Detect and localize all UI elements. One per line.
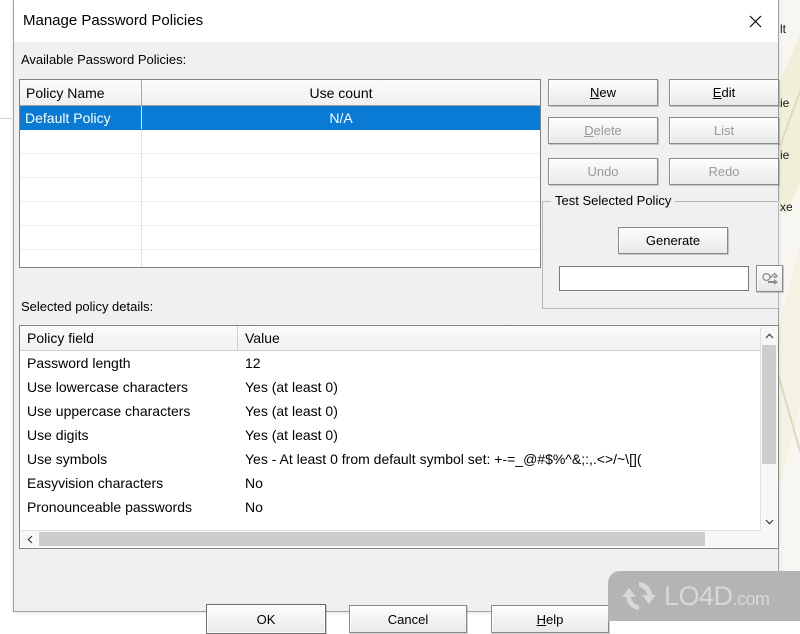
details-value-cell: 12: [245, 355, 261, 371]
scrollbar-corner: [760, 530, 777, 547]
details-value-cell: Yes - At least 0 from default symbol set…: [245, 451, 642, 467]
policies-table-header: Policy Name Use count: [20, 80, 540, 106]
details-field-cell: Use lowercase characters: [27, 379, 189, 395]
policies-table-body: Default Policy N/A: [20, 106, 540, 267]
policy-row-empty[interactable]: [20, 226, 540, 250]
ok-button[interactable]: OK: [206, 604, 326, 634]
details-vertical-scrollbar-thumb[interactable]: [762, 345, 776, 464]
policy-use-count-cell: [142, 178, 540, 201]
help-button[interactable]: Help: [491, 605, 609, 633]
details-horizontal-scrollbar-thumb[interactable]: [39, 532, 705, 546]
policy-row-empty[interactable]: [20, 154, 540, 178]
policy-row-empty[interactable]: [20, 130, 540, 154]
list-button[interactable]: List: [669, 117, 779, 144]
watermark-text: LO4D.com: [664, 580, 771, 611]
column-header-use-count[interactable]: Use count: [142, 80, 540, 105]
background-text: ie: [780, 96, 790, 110]
column-header-value[interactable]: Value: [238, 326, 778, 350]
background-divider: [0, 118, 12, 119]
scroll-up-button[interactable]: [761, 327, 777, 344]
details-field-cell: Password length: [27, 355, 131, 371]
dialog-title: Manage Password Policies: [23, 12, 204, 29]
redo-button[interactable]: Redo: [669, 158, 779, 185]
details-field-cell: Use digits: [27, 427, 89, 443]
details-row[interactable]: Use symbols Yes - At least 0 from default…: [20, 447, 778, 471]
policy-name-cell: [20, 178, 142, 201]
chevron-down-icon: [765, 519, 773, 525]
details-vertical-scrollbar[interactable]: [760, 327, 777, 530]
watermark-suffix: .com: [732, 588, 771, 609]
details-row[interactable]: Use digits Yes (at least 0): [20, 423, 778, 447]
details-value-cell: Yes (at least 0): [245, 379, 338, 395]
details-row[interactable]: Password length 12: [20, 351, 778, 375]
test-selected-policy-title: Test Selected Policy: [551, 193, 676, 208]
dialog-client-area: Available Password Policies: Policy Name…: [14, 42, 783, 634]
edit-button[interactable]: Edit: [669, 79, 779, 106]
details-field-cell: Use symbols: [27, 451, 108, 467]
cancel-button[interactable]: Cancel: [349, 605, 467, 633]
copy-password-button[interactable]: [756, 265, 783, 292]
policies-list[interactable]: Policy Name Use count Default Policy N/A: [19, 79, 541, 268]
column-header-policy-name[interactable]: Policy Name: [20, 80, 142, 105]
details-value-cell: Yes (at least 0): [245, 427, 338, 443]
details-field-cell: Pronounceable passwords: [27, 499, 192, 515]
policy-name-cell: Default Policy: [20, 106, 142, 129]
policy-use-count-cell: N/A: [329, 109, 353, 126]
policy-use-count-cell: [142, 250, 540, 267]
new-button[interactable]: New: [548, 79, 658, 106]
background-text: ie: [780, 148, 790, 162]
details-row[interactable]: Use lowercase characters Yes (at least 0): [20, 375, 778, 399]
policy-details-table[interactable]: Policy field Value Password length 12 Use …: [19, 325, 779, 549]
policy-use-count-cell: [142, 154, 540, 177]
details-value-cell: Yes (at least 0): [245, 403, 338, 419]
policy-name-cell: [20, 250, 142, 267]
undo-button[interactable]: Undo: [548, 158, 658, 185]
policy-row[interactable]: Default Policy N/A: [20, 106, 540, 130]
close-icon: [749, 15, 761, 27]
details-row[interactable]: Use uppercase characters Yes (at least 0): [20, 399, 778, 423]
policy-name-cell: [20, 226, 142, 249]
background-text: lt: [780, 22, 786, 36]
column-header-policy-field[interactable]: Policy field: [20, 326, 238, 350]
background-left-strip: [0, 0, 12, 621]
generated-password-input[interactable]: [559, 266, 749, 291]
circular-arrows-icon: [622, 582, 656, 610]
watermark: LO4D.com: [608, 571, 800, 621]
details-row[interactable]: Pronounceable passwords No: [20, 495, 778, 519]
details-value-cell: No: [245, 499, 263, 515]
selected-policy-details-label: Selected policy details:: [21, 299, 154, 314]
policy-use-count-cell: [142, 202, 540, 225]
details-value-cell: No: [245, 475, 263, 491]
details-field-cell: Easyvision characters: [27, 475, 164, 491]
chevron-left-icon: [26, 535, 32, 543]
policy-name-cell: [20, 130, 142, 153]
chevron-up-icon: [765, 332, 773, 338]
background-right-panel: lt ie ie xe: [776, 0, 800, 621]
policy-row-empty[interactable]: [20, 202, 540, 226]
policy-name-cell: [20, 154, 142, 177]
policy-name-cell: [20, 202, 142, 225]
details-row[interactable]: Easyvision characters No: [20, 471, 778, 495]
policy-use-count-cell: [142, 226, 540, 249]
details-table-header: Policy field Value: [20, 326, 778, 351]
delete-button[interactable]: Delete: [548, 117, 658, 144]
background-text: xe: [780, 200, 793, 214]
details-field-cell: Use uppercase characters: [27, 403, 191, 419]
details-horizontal-scrollbar[interactable]: [21, 530, 772, 547]
watermark-brand: LO4D: [664, 580, 733, 611]
policy-row-empty[interactable]: [20, 250, 540, 267]
test-selected-policy-group: [542, 201, 779, 309]
manage-password-policies-dialog: Manage Password Policies Available Passw…: [13, 0, 783, 634]
policy-row-empty[interactable]: [20, 178, 540, 202]
key-copy-icon: [761, 272, 778, 285]
available-policies-label: Available Password Policies:: [21, 52, 187, 67]
policy-use-count-cell: [142, 130, 540, 153]
close-button[interactable]: [732, 0, 778, 42]
details-table-body: Password length 12 Use lowercase character…: [20, 351, 778, 519]
dialog-titlebar: Manage Password Policies: [14, 0, 778, 43]
generate-button[interactable]: Generate: [618, 227, 728, 254]
scroll-left-button[interactable]: [21, 531, 38, 547]
scroll-down-button[interactable]: [761, 513, 777, 530]
